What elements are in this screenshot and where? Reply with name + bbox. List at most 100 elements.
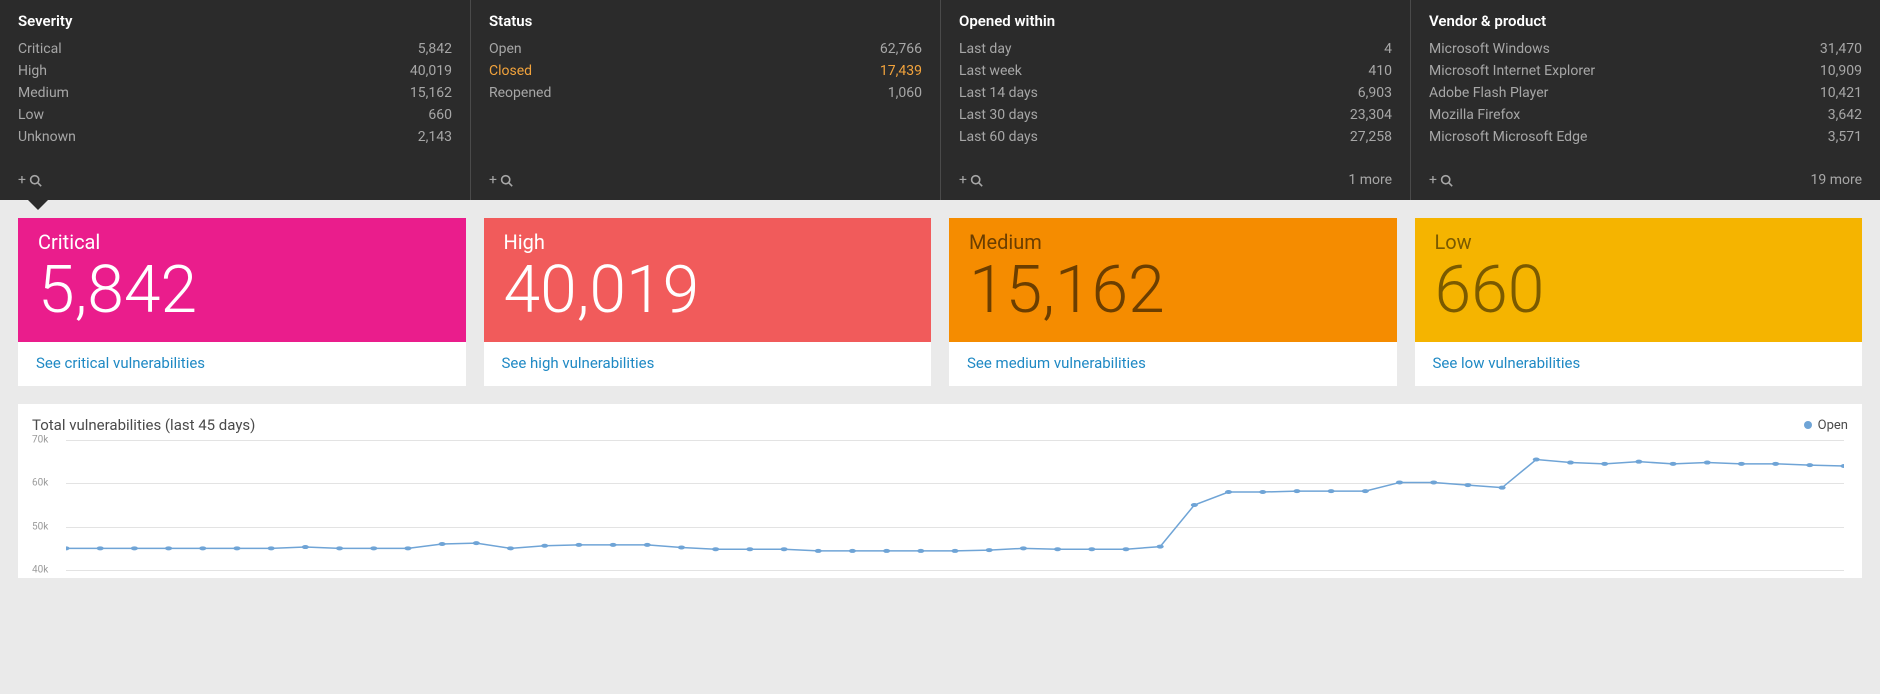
filter-row[interactable]: Medium 15,162 [18,82,452,104]
add-filter-opened[interactable]: + [959,172,983,188]
chart-point[interactable] [575,543,582,547]
chart-legend[interactable]: Open [1804,418,1848,433]
filter-more-opened[interactable]: 1 more [1348,172,1392,188]
card-high-link[interactable]: See high vulnerabilities [484,342,932,386]
filter-row[interactable]: Last 30 days23,304 [959,104,1392,126]
chart-point[interactable] [199,546,206,550]
chart-point[interactable] [780,547,787,551]
chart-point[interactable] [712,547,719,551]
chart-point[interactable] [1328,489,1335,493]
chart-point[interactable] [1157,545,1164,549]
chart-point[interactable] [1430,480,1437,484]
legend-dot-icon [1804,421,1812,429]
chart-point[interactable] [1704,461,1711,465]
filter-row-value: 410 [1368,60,1392,82]
chart-point[interactable] [1772,462,1779,466]
filter-row[interactable]: Last week410 [959,60,1392,82]
filter-row-label: Reopened [489,82,551,104]
plus-icon: + [1429,172,1437,188]
add-filter-status[interactable]: + [489,172,513,188]
filter-row-value: 31,470 [1820,38,1862,60]
chart-point[interactable] [883,549,890,553]
chart-point[interactable] [1601,462,1608,466]
filter-row-label: Medium [18,82,69,104]
chart-point[interactable] [131,546,138,550]
chart-point[interactable] [1122,547,1129,551]
y-tick-label: 60k [32,478,48,489]
chart-point[interactable] [951,549,958,553]
chart-point[interactable] [1669,462,1676,466]
chart-point[interactable] [610,543,617,547]
chart-point[interactable] [1806,463,1813,467]
chart-point[interactable] [404,546,411,550]
filter-row[interactable]: Last day4 [959,38,1392,60]
chart-point[interactable] [678,545,685,549]
chart-point[interactable] [986,548,993,552]
filter-more-vendor[interactable]: 19 more [1810,172,1862,188]
card-low-link[interactable]: See low vulnerabilities [1415,342,1863,386]
chart-point[interactable] [439,542,446,546]
filter-row[interactable]: Last 14 days6,903 [959,82,1392,104]
chart-point[interactable] [370,546,377,550]
filter-row-label: Microsoft Internet Explorer [1429,60,1595,82]
chart-point[interactable] [165,546,172,550]
chart-point[interactable] [1225,490,1232,494]
chart-point[interactable] [97,546,104,550]
filter-row[interactable]: Adobe Flash Player10,421 [1429,82,1862,104]
add-filter-vendor[interactable]: + [1429,172,1453,188]
filter-row[interactable]: Microsoft Internet Explorer10,909 [1429,60,1862,82]
filter-row-value: 5,842 [418,38,452,60]
chart-point[interactable] [1635,460,1642,464]
chart-point[interactable] [507,546,514,550]
card-medium-value: 15,162 [969,256,1377,325]
chart-point[interactable] [1738,462,1745,466]
chart-point[interactable] [1191,503,1198,507]
chart-point[interactable] [1362,489,1369,493]
card-medium-link[interactable]: See medium vulnerabilities [949,342,1397,386]
chart-point[interactable] [644,543,651,547]
chart-point[interactable] [1088,547,1095,551]
plus-icon: + [18,172,26,188]
filter-row[interactable]: Unknown2,143 [18,126,452,148]
chart-point[interactable] [1293,489,1300,493]
chart-point[interactable] [746,547,753,551]
chart-point[interactable] [849,549,856,553]
filter-row[interactable]: High40,019 [18,60,452,82]
filter-row[interactable]: Closed17,439 [489,60,922,82]
chart-point[interactable] [233,546,240,550]
chart-point[interactable] [1840,464,1844,468]
filter-row[interactable]: Low660 [18,104,452,126]
chart-point[interactable] [541,544,548,548]
chart-point[interactable] [1259,490,1266,494]
chart-point[interactable] [66,546,70,550]
chart-point[interactable] [1020,546,1027,550]
add-filter-severity[interactable]: + [18,172,42,188]
filter-row-value: 2,143 [418,126,452,148]
chart-point[interactable] [1464,483,1471,487]
chart-point[interactable] [1396,480,1403,484]
filter-row[interactable]: Open62,766 [489,38,922,60]
chart-point[interactable] [336,546,343,550]
chart-point[interactable] [1567,461,1574,465]
filter-row[interactable]: Microsoft Microsoft Edge 3,571 [1429,126,1862,148]
filter-col-opened: Opened within Last day4Last week410Last … [940,0,1410,200]
filter-row[interactable]: Microsoft Windows31,470 [1429,38,1862,60]
chart-point[interactable] [473,541,480,545]
chart-point[interactable] [815,549,822,553]
filter-row-label: Closed [489,60,532,82]
chart-point[interactable] [1054,547,1061,551]
chart-point[interactable] [1533,458,1540,462]
chart-point[interactable] [917,549,924,553]
filter-row[interactable]: Mozilla Firefox3,642 [1429,104,1862,126]
chart-point[interactable] [1499,486,1506,490]
filter-row-value: 15,162 [410,82,452,104]
filter-row-value: 3,571 [1828,126,1862,148]
filter-row-label: Last 60 days [959,126,1038,148]
chart-point[interactable] [268,546,275,550]
card-critical-link[interactable]: See critical vulnerabilities [18,342,466,386]
filter-row-label: Microsoft Microsoft Edge [1429,126,1587,148]
filter-row[interactable]: Last 60 days27,258 [959,126,1392,148]
filter-row[interactable]: Reopened1,060 [489,82,922,104]
filter-row[interactable]: Critical5,842 [18,38,452,60]
chart-point[interactable] [302,545,309,549]
